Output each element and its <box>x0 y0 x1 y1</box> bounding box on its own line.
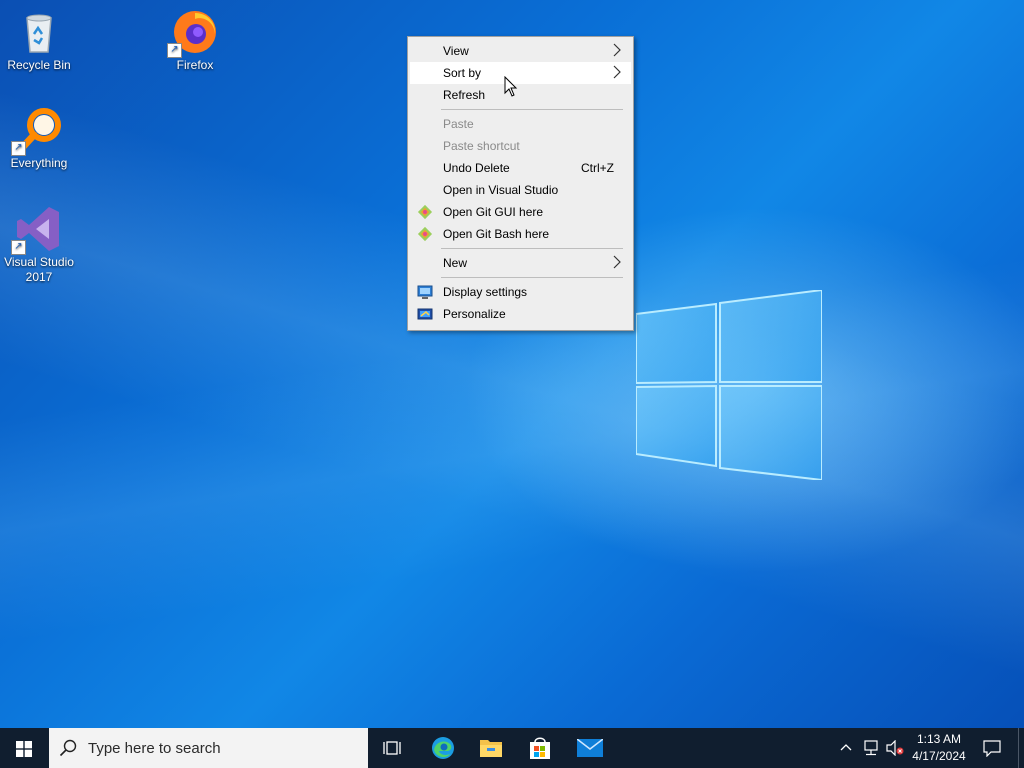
menu-item-label: Refresh <box>443 88 486 102</box>
menu-item-label: Open Git Bash here <box>443 227 550 241</box>
store-icon <box>530 737 550 759</box>
menu-item-new[interactable]: New <box>410 252 631 274</box>
search-input[interactable]: Type here to search <box>49 728 368 768</box>
menu-item-refresh[interactable]: Refresh <box>410 84 631 106</box>
menu-item-label: Open in Visual Studio <box>443 183 559 197</box>
visual-studio-icon: ↗ <box>11 205 63 255</box>
clock-time: 1:13 AM <box>916 732 962 746</box>
start-button[interactable] <box>0 728 48 768</box>
menu-item-label: Display settings <box>443 285 528 299</box>
task-view-icon <box>383 741 401 755</box>
windows-logo-wallpaper <box>636 290 822 480</box>
shortcut-arrow-icon: ↗ <box>167 43 182 58</box>
network-icon <box>864 740 878 756</box>
menu-item-label: Paste shortcut <box>443 139 520 153</box>
desktop-icon-label: Firefox <box>176 58 214 72</box>
menu-item-undo-delete[interactable]: Undo Delete Ctrl+Z <box>410 157 631 179</box>
menu-item-paste-shortcut[interactable]: Paste shortcut <box>410 135 631 157</box>
menu-item-display-settings[interactable]: Display settings <box>410 281 631 303</box>
search-icon <box>59 739 77 757</box>
chevron-right-icon <box>613 43 621 60</box>
menu-separator <box>441 109 623 110</box>
git-icon <box>417 204 433 220</box>
menu-item-view[interactable]: View <box>410 40 631 62</box>
menu-item-label: View <box>443 44 469 58</box>
menu-item-shortcut: Ctrl+Z <box>581 161 614 175</box>
show-desktop-button[interactable] <box>1018 728 1024 768</box>
windows-start-icon <box>16 741 32 757</box>
shortcut-arrow-icon: ↗ <box>11 240 26 255</box>
file-explorer-icon <box>480 740 502 757</box>
clock[interactable]: 1:13 AM 4/17/2024 <box>904 728 974 768</box>
clock-date: 4/17/2024 <box>912 749 966 763</box>
chevron-right-icon <box>613 65 621 82</box>
desktop[interactable]: Recycle Bin ↗ Firefox ↗ Everything ↗ Vis… <box>0 0 1024 728</box>
volume-control[interactable] <box>884 728 906 768</box>
menu-item-open-git-gui[interactable]: Open Git GUI here <box>410 201 631 223</box>
menu-separator <box>441 248 623 249</box>
taskbar-app-file-explorer[interactable] <box>468 728 514 768</box>
menu-item-label: Paste <box>443 117 474 131</box>
edge-icon <box>432 737 454 759</box>
menu-item-label: Open Git GUI here <box>443 205 544 219</box>
desktop-icon-label: Everything <box>10 156 68 170</box>
mail-icon <box>577 739 603 757</box>
desktop-icon-label: Recycle Bin <box>7 58 71 72</box>
desktop-context-menu: View Sort by Refresh Paste Paste shortcu… <box>407 36 634 331</box>
git-icon <box>417 226 433 242</box>
menu-item-paste[interactable]: Paste <box>410 113 631 135</box>
desktop-icon-label: Visual Studio 2017 <box>4 255 74 284</box>
firefox-icon: ↗ <box>167 8 219 58</box>
menu-item-label: Undo Delete <box>443 161 510 175</box>
taskbar-app-mail[interactable] <box>566 728 614 768</box>
personalize-icon <box>417 306 433 322</box>
network-status[interactable] <box>860 728 882 768</box>
search-placeholder: Type here to search <box>88 740 221 757</box>
menu-item-sort-by[interactable]: Sort by <box>410 62 631 84</box>
notification-icon <box>983 740 1001 757</box>
menu-item-open-in-visual-studio[interactable]: Open in Visual Studio <box>410 179 631 201</box>
menu-separator <box>441 277 623 278</box>
shortcut-arrow-icon: ↗ <box>11 141 26 156</box>
display-icon <box>417 284 433 300</box>
show-hidden-icons-button[interactable] <box>836 728 856 768</box>
menu-item-open-git-bash[interactable]: Open Git Bash here <box>410 223 631 245</box>
action-center-button[interactable] <box>978 728 1006 768</box>
desktop-icon-recycle-bin[interactable]: Recycle Bin <box>1 8 77 73</box>
volume-muted-icon <box>886 740 904 756</box>
menu-item-personalize[interactable]: Personalize <box>410 303 631 325</box>
desktop-icon-firefox[interactable]: ↗ Firefox <box>157 8 233 73</box>
desktop-icon-visual-studio[interactable]: ↗ Visual Studio 2017 <box>1 205 77 285</box>
menu-item-label: New <box>443 256 468 270</box>
menu-item-label: Personalize <box>443 307 506 321</box>
taskbar: Type here to search 1:13 AM 4/17/2024 <box>0 728 1024 768</box>
task-view-button[interactable] <box>370 728 414 768</box>
menu-item-label: Sort by <box>443 66 482 80</box>
everything-search-icon: ↗ <box>11 106 63 156</box>
chevron-up-icon <box>840 744 852 751</box>
mouse-cursor-icon <box>504 76 518 97</box>
taskbar-app-store[interactable] <box>517 728 563 768</box>
recycle-bin-icon <box>15 8 63 56</box>
chevron-right-icon <box>613 255 621 272</box>
desktop-icon-everything[interactable]: ↗ Everything <box>1 106 77 171</box>
taskbar-app-edge[interactable] <box>420 728 466 768</box>
